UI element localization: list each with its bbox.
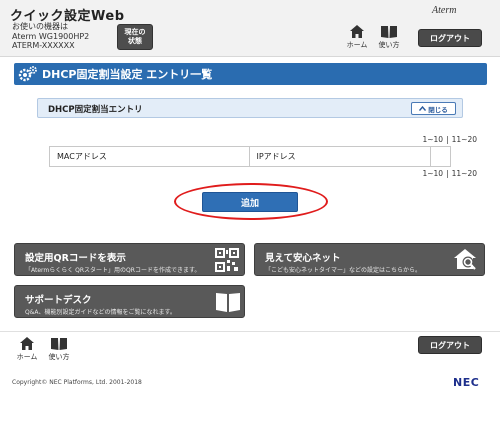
entry-table: MACアドレス IPアドレス: [49, 146, 451, 167]
qr-tile-desc: 「Atermらくらく QRスタート」用のQRコードを作成できます。: [25, 267, 201, 274]
col-action: [430, 146, 451, 167]
book-icon: [216, 293, 240, 312]
house-search-icon: [454, 249, 476, 270]
col-mac-address: MACアドレス: [49, 146, 250, 167]
highlight-circle: [174, 183, 328, 220]
device-id: ATERM-XXXXXX: [12, 41, 75, 50]
book-icon: [381, 26, 397, 38]
net-tile-title: 見えて安心ネット: [265, 253, 341, 264]
table-header-row: MACアドレス IPアドレス: [49, 146, 451, 167]
home-nav[interactable]: ホーム: [344, 24, 370, 52]
support-tile-title: サポートデスク: [25, 295, 92, 306]
home-nav-label: ホーム: [346, 41, 368, 49]
net-tile-desc: 「こども安心ネットタイマー」などの設定はこちらから。: [265, 267, 422, 274]
support-desk-tile[interactable]: サポートデスク Q&A、機能別設定ガイドなどの情報をご覧になれます。: [14, 285, 245, 318]
footer-logout-button[interactable]: ログアウト: [418, 336, 482, 354]
home-icon: [20, 337, 34, 350]
pager-range-2[interactable]: 11~20: [452, 135, 477, 144]
aterm-logo: Aterm: [432, 5, 457, 16]
book-icon: [51, 338, 67, 350]
collapse-button[interactable]: 閉じる: [411, 102, 456, 115]
header: クイック設定Web お使いの機器は Aterm WG1900HP2 ATERM-…: [0, 0, 500, 57]
gear-icon: [18, 64, 38, 84]
safe-net-tile[interactable]: 見えて安心ネット 「こども安心ネットタイマー」などの設定はこちらから。: [254, 243, 485, 276]
section-title: DHCP固定割当エントリ: [48, 105, 143, 115]
pager-top: 1~10 | 11~20: [422, 135, 477, 144]
current-status-button[interactable]: 現在の 状態: [117, 24, 153, 50]
manual-nav[interactable]: 使い方: [376, 24, 402, 52]
pager-range-1[interactable]: 1~10: [422, 135, 443, 144]
device-label: お使いの機器は: [12, 22, 68, 31]
footer-manual-label: 使い方: [48, 353, 70, 361]
qr-code-icon: [215, 248, 239, 272]
qr-code-tile[interactable]: 設定用QRコードを表示 「Atermらくらく QRスタート」用のQRコードを作成…: [14, 243, 245, 276]
footer-manual-nav[interactable]: 使い方: [46, 336, 72, 364]
collapse-label: 閉じる: [428, 105, 448, 114]
section-header: DHCP固定割当エントリ 閉じる: [37, 98, 463, 118]
logout-button[interactable]: ログアウト: [418, 29, 482, 47]
page-title: DHCP固定割当設定 エントリ一覧: [42, 68, 213, 81]
qr-tile-title: 設定用QRコードを表示: [25, 253, 126, 264]
copyright: Copyright© NEC Platforms, Ltd. 2001-2018: [12, 379, 142, 386]
entry-section: DHCP固定割当エントリ 閉じる: [37, 98, 463, 184]
home-icon: [350, 25, 364, 38]
footer-home-label: ホーム: [16, 353, 38, 361]
manual-nav-label: 使い方: [378, 41, 400, 49]
footer-home-nav[interactable]: ホーム: [14, 336, 40, 364]
col-ip-address: IPアドレス: [248, 146, 432, 167]
nec-logo: NEC: [453, 376, 480, 389]
support-tile-desc: Q&A、機能別設定ガイドなどの情報をご覧になれます。: [25, 309, 176, 316]
pager-bottom: 1~10 | 11~20: [422, 169, 477, 178]
pager-range-1[interactable]: 1~10: [422, 169, 443, 178]
page-title-bar: DHCP固定割当設定 エントリ一覧: [14, 63, 487, 85]
device-model: Aterm WG1900HP2: [12, 32, 90, 41]
chevron-up-icon: [419, 106, 427, 111]
pager-range-2[interactable]: 11~20: [452, 169, 477, 178]
